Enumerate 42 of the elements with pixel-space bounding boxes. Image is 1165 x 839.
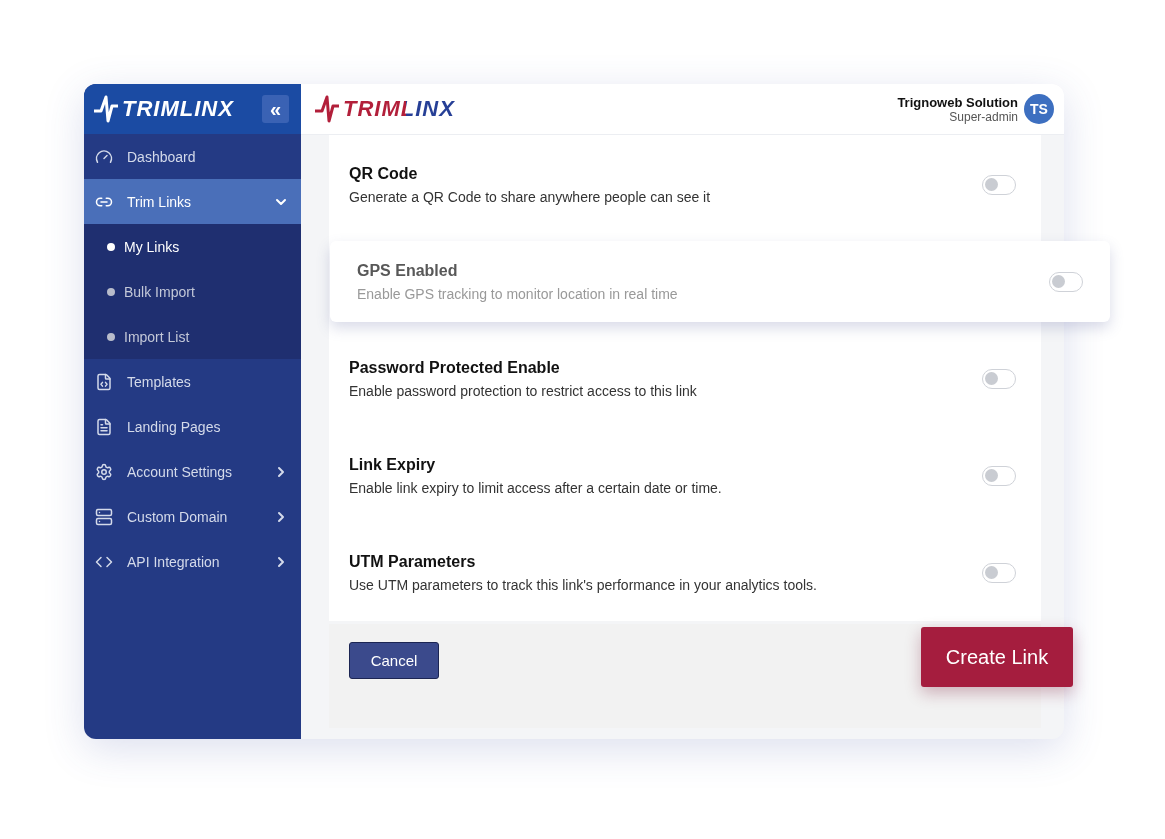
submenu-item[interactable]: My Links <box>84 224 301 269</box>
create-link-button[interactable]: Create Link <box>921 627 1073 687</box>
gauge-icon <box>95 147 113 166</box>
logo-mark-icon <box>313 94 341 124</box>
submenu-item[interactable]: Bulk Import <box>84 269 301 314</box>
toggle-switch[interactable] <box>982 562 1016 583</box>
setting-description: Generate a QR Code to share anywhere people can see it <box>349 188 712 205</box>
document-icon <box>95 417 113 436</box>
sidebar-item[interactable]: Account Settings <box>84 449 301 494</box>
setting-title: UTM Parameters <box>349 552 477 571</box>
sidebar-item[interactable]: Dashboard <box>84 134 301 179</box>
logo: TRIMLINX <box>122 96 234 122</box>
toggle-switch[interactable] <box>982 368 1016 389</box>
toggle-switch[interactable] <box>982 465 1016 486</box>
gear-icon <box>95 462 113 481</box>
setting-description: Enable GPS tracking to monitor location in real time <box>357 285 679 302</box>
logo-mark-icon <box>92 94 120 124</box>
setting-title: QR Code <box>349 164 419 183</box>
sidebar-item[interactable]: Custom Domain <box>84 494 301 539</box>
code-file-icon <box>95 372 113 391</box>
sidebar-item[interactable]: API Integration <box>84 539 301 584</box>
bullet-icon <box>107 287 115 296</box>
collapse-button[interactable]: « <box>262 95 289 123</box>
setting-title: GPS Enabled <box>357 261 459 280</box>
cancel-button[interactable]: Cancel <box>349 642 439 679</box>
setting-description: Enable password protection to restrict access to this link <box>349 382 698 399</box>
setting-description: Use UTM parameters to track this link's performance in your analytics tools. <box>349 576 818 593</box>
toggle-switch[interactable] <box>982 174 1016 195</box>
setting-title: Link Expiry <box>349 455 437 474</box>
setting-description: Enable link expiry to limit access after a certain date or time. <box>349 479 723 496</box>
setting-title: Password Protected Enable <box>349 358 561 377</box>
sidebar-item[interactable]: Trim Links <box>84 179 301 224</box>
sidebar-item[interactable]: Landing Pages <box>84 404 301 449</box>
submenu-item[interactable]: Import List <box>84 314 301 359</box>
user-role: Super-admin <box>949 109 1018 124</box>
bullet-icon <box>107 332 115 341</box>
server-icon <box>95 507 113 526</box>
sidebar-item[interactable]: Templates <box>84 359 301 404</box>
toggle-switch[interactable] <box>1049 271 1083 292</box>
avatar[interactable]: TS <box>1024 94 1054 124</box>
bullet-icon <box>107 242 115 251</box>
user-name: Trignoweb Solution <box>897 94 1018 110</box>
